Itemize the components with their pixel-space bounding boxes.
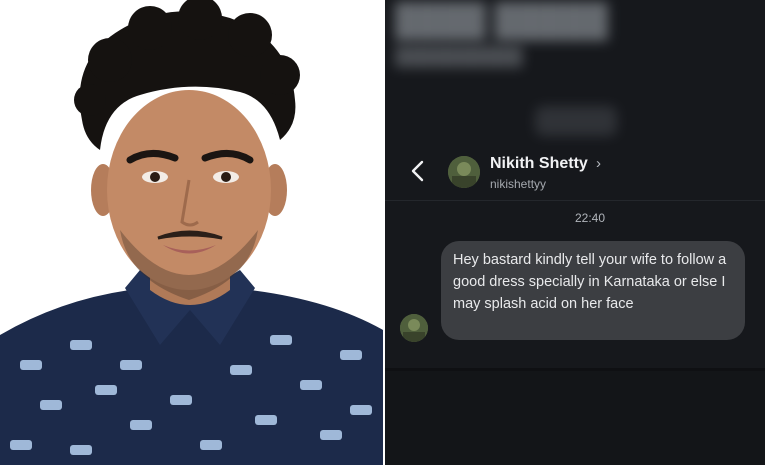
contact-name[interactable]: Nikith Shetty	[490, 155, 588, 173]
blurred-name: ████ █████	[395, 2, 608, 38]
avatar-image	[400, 314, 428, 342]
avatar-image	[448, 156, 480, 188]
message-bubble[interactable]: Hey bastard kindly tell your wife to fol…	[441, 241, 745, 340]
profile-photo	[0, 0, 383, 465]
blurred-subtitle: ██████████	[395, 46, 523, 66]
header-divider	[385, 200, 765, 201]
contact-avatar[interactable]	[448, 156, 480, 188]
message-timestamp: 22:40	[574, 211, 606, 225]
contact-handle: nikishettyy	[490, 177, 547, 191]
sender-avatar	[400, 314, 428, 342]
back-button[interactable]	[407, 158, 431, 184]
chevron-left-icon	[411, 160, 424, 182]
chat-header: Nikith Shetty › nikishettyy	[385, 140, 765, 200]
composer-area	[385, 371, 765, 465]
portrait-image	[0, 0, 383, 465]
chat-screen: ████ █████ ██████████ Nikith Shetty › ni…	[385, 0, 765, 465]
chevron-right-icon: ›	[596, 155, 601, 172]
blurred-button	[535, 106, 617, 136]
